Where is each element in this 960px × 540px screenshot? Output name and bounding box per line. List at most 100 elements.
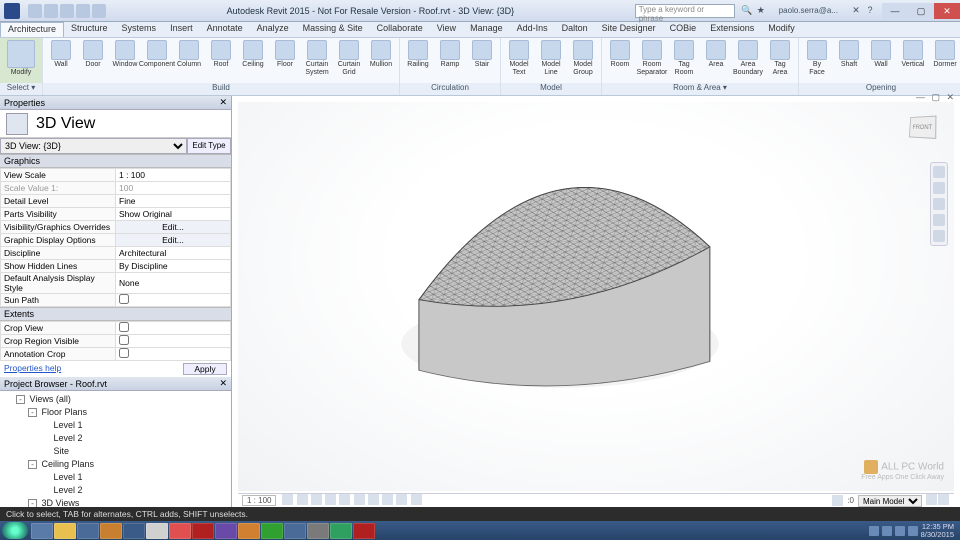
property-value[interactable]: Edit...	[116, 221, 231, 234]
property-row[interactable]: Graphic Display OptionsEdit...	[1, 234, 231, 247]
ribbon-wall-button[interactable]: Wall	[46, 40, 76, 69]
minimize-button[interactable]: —	[882, 3, 908, 19]
tab-site-designer[interactable]: Site Designer	[595, 22, 663, 37]
taskbar-app[interactable]	[284, 523, 306, 539]
tree-item[interactable]: - Ceiling Plans Level 1 Level 2	[28, 458, 227, 497]
tree-item[interactable]: Level 1	[40, 419, 227, 432]
project-browser-tree[interactable]: - Views (all)- Floor Plans Level 1 Level…	[0, 391, 231, 507]
temp-hide-icon[interactable]	[396, 494, 407, 505]
ribbon-model-button[interactable]: Model Group	[568, 40, 598, 77]
app-icon[interactable]	[4, 3, 20, 19]
property-value[interactable]: Show Original	[116, 208, 231, 221]
ribbon-column-button[interactable]: Column	[174, 40, 204, 69]
project-browser-header[interactable]: Project Browser - Roof.rvt ✕	[0, 377, 231, 391]
property-row[interactable]: Detail LevelFine	[1, 195, 231, 208]
nav-zoom-icon[interactable]	[933, 198, 945, 210]
property-row[interactable]: View Scale1 : 100	[1, 169, 231, 182]
property-row[interactable]: Crop Region Visible	[1, 335, 231, 348]
ribbon-wall-button[interactable]: Wall	[866, 40, 896, 69]
tab-systems[interactable]: Systems	[115, 22, 164, 37]
properties-close-icon[interactable]: ✕	[219, 97, 227, 108]
ribbon-curtain-button[interactable]: Curtain Grid	[334, 40, 364, 77]
panel-label[interactable]: Model	[501, 83, 601, 95]
property-value[interactable]: By Discipline	[116, 260, 231, 273]
panel-label[interactable]: Circulation	[400, 83, 500, 95]
property-row[interactable]: Sun Path	[1, 294, 231, 307]
tray-volume-icon[interactable]	[908, 526, 918, 536]
taskbar-app[interactable]	[238, 523, 260, 539]
tab-extensions[interactable]: Extensions	[703, 22, 761, 37]
canvas[interactable]: FRONT ALL PC World Free Apps One Click A…	[238, 102, 954, 491]
properties-help-link[interactable]: Properties help	[4, 363, 61, 375]
taskbar-app[interactable]	[146, 523, 168, 539]
taskbar-app[interactable]	[77, 523, 99, 539]
ribbon-railing-button[interactable]: Railing	[403, 40, 433, 69]
type-name[interactable]: 3D View	[36, 115, 95, 133]
ribbon-model-button[interactable]: Model Text	[504, 40, 534, 77]
taskbar-app[interactable]	[31, 523, 53, 539]
taskbar-app[interactable]	[261, 523, 283, 539]
property-row[interactable]: DisciplineArchitectural	[1, 247, 231, 260]
panel-label[interactable]: Select ▾	[0, 83, 42, 95]
tree-item[interactable]: - Views (all)- Floor Plans Level 1 Level…	[16, 393, 227, 507]
reveal-icon[interactable]	[411, 494, 422, 505]
crop-icon[interactable]	[354, 494, 365, 505]
qat-redo-icon[interactable]	[76, 4, 90, 18]
ribbon-ceiling-button[interactable]: Ceiling	[238, 40, 268, 69]
tree-item[interactable]: - Floor Plans Level 1 Level 2 Site	[28, 406, 227, 458]
ribbon-shaft-button[interactable]: Shaft	[834, 40, 864, 69]
tree-item[interactable]: - 3D Views 3D View 1 3D View 2 {3D}	[28, 497, 227, 507]
tab-analyze[interactable]: Analyze	[250, 22, 296, 37]
ribbon-component-button[interactable]: Component	[142, 40, 172, 69]
property-value[interactable]	[116, 335, 231, 348]
user-label[interactable]: paolo.serra@a...	[779, 6, 838, 15]
tree-item[interactable]: Site	[40, 445, 227, 458]
tray-network-icon[interactable]	[895, 526, 905, 536]
property-row[interactable]: Default Analysis Display StyleNone	[1, 273, 231, 294]
project-browser-close-icon[interactable]: ✕	[219, 378, 227, 389]
help-icon[interactable]: ?	[864, 5, 876, 17]
view-scale[interactable]: 1 : 100	[242, 495, 276, 506]
tab-structure[interactable]: Structure	[64, 22, 115, 37]
rendering-icon[interactable]	[339, 494, 350, 505]
tab-collaborate[interactable]: Collaborate	[370, 22, 430, 37]
tree-expander-icon[interactable]: -	[28, 499, 37, 507]
qat-undo-icon[interactable]	[60, 4, 74, 18]
tree-expander-icon[interactable]: -	[28, 460, 37, 469]
tray-icon[interactable]	[882, 526, 892, 536]
tab-manage[interactable]: Manage	[463, 22, 510, 37]
ribbon-window-button[interactable]: Window	[110, 40, 140, 69]
apply-button[interactable]: Apply	[183, 363, 227, 375]
ribbon-model-button[interactable]: Model Line	[536, 40, 566, 77]
ribbon-dormer-button[interactable]: Dormer	[930, 40, 960, 69]
tab-annotate[interactable]: Annotate	[200, 22, 250, 37]
tree-expander-icon[interactable]: -	[16, 395, 25, 404]
selection-filter-icon[interactable]	[832, 495, 843, 506]
viewport-3d[interactable]: — ▢ ✕ FRONT	[232, 96, 960, 507]
ribbon-room-button[interactable]: Room Separator	[637, 40, 667, 77]
signin-icon[interactable]: ★	[755, 5, 767, 17]
edit-type-button[interactable]: Edit Type	[187, 138, 231, 154]
ribbon-stair-button[interactable]: Stair	[467, 40, 497, 69]
property-row[interactable]: Parts VisibilityShow Original	[1, 208, 231, 221]
lock-3d-icon[interactable]	[382, 494, 393, 505]
ribbon-ramp-button[interactable]: Ramp	[435, 40, 465, 69]
tab-insert[interactable]: Insert	[163, 22, 200, 37]
property-value[interactable]: Architectural	[116, 247, 231, 260]
tree-expander-icon[interactable]: -	[28, 408, 37, 417]
properties-header[interactable]: Properties ✕	[0, 96, 231, 110]
property-section-header[interactable]: Extents	[0, 307, 231, 321]
taskbar-app[interactable]	[54, 523, 76, 539]
nav-wheel-icon[interactable]	[933, 166, 945, 178]
tab-massing-site[interactable]: Massing & Site	[296, 22, 370, 37]
property-value[interactable]: None	[116, 273, 231, 294]
tab-dalton[interactable]: Dalton	[555, 22, 595, 37]
detail-level-icon[interactable]	[282, 494, 293, 505]
qat-save-icon[interactable]	[44, 4, 58, 18]
ribbon-vertical-button[interactable]: Vertical	[898, 40, 928, 69]
selection-icon[interactable]	[938, 494, 949, 505]
viewcube-face[interactable]: FRONT	[909, 116, 937, 139]
ribbon-modify-button[interactable]: Modify	[3, 40, 39, 77]
ribbon-room-button[interactable]: Room	[605, 40, 635, 69]
qat-open-icon[interactable]	[28, 4, 42, 18]
